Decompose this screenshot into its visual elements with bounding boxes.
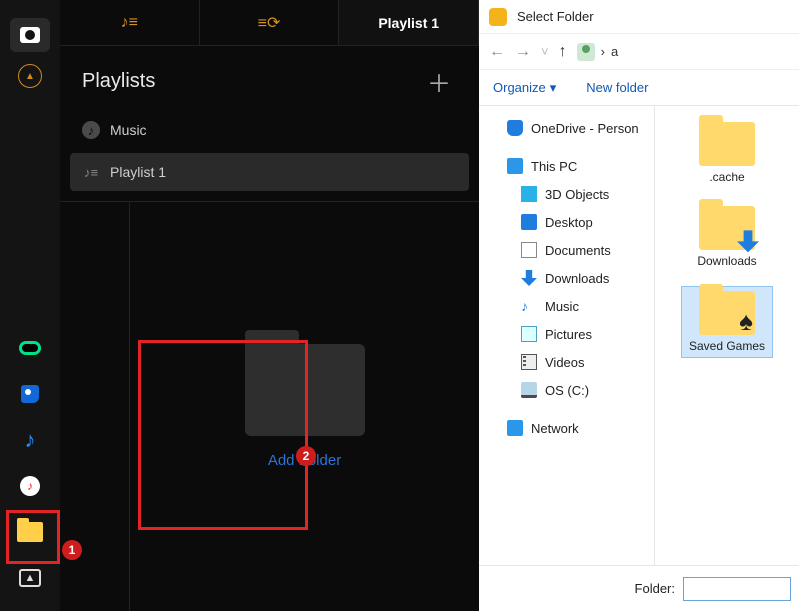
add-folder-button[interactable]: Add Folder [268,452,341,469]
tree-onedrive[interactable]: OneDrive - Person [489,114,652,142]
network-icon [507,420,523,436]
tab-queue[interactable]: ≡⟳ [200,0,340,45]
breadcrumb-sep: › [601,44,605,59]
playlist-item-label: Playlist 1 [110,164,166,180]
export-icon[interactable]: ▲ [14,562,46,594]
pictures-icon [521,326,537,342]
videos-icon [521,354,537,370]
drive-icon [521,382,537,398]
playlist-item-music[interactable]: ♪ Music [70,111,469,149]
playlist-small-icon: ♪≡ [82,163,100,181]
playlist-list: ♪ Music ♪≡ Playlist 1 [60,105,479,201]
tree-pictures[interactable]: Pictures [489,320,652,348]
tree-music[interactable]: ♪Music [489,292,652,320]
document-icon [521,242,537,258]
chevron-down-icon: ▾ [550,80,557,96]
folder-icon [699,122,755,166]
file-list: .cache Downloads Saved Games [655,106,799,565]
tab-tracks[interactable]: ♪≡ [60,0,200,45]
tree-network[interactable]: Network [489,414,652,442]
tree-this-pc[interactable]: This PC [489,152,652,180]
playlists-heading: Playlists [82,70,155,93]
download-icon [521,270,537,286]
playlist-icon: ♪≡ [121,14,138,32]
music-icon: ♪ [521,298,537,314]
dialog-title: Select Folder [517,9,594,24]
breadcrumb-text: a [611,44,618,59]
music-app-icon[interactable]: ♪ [14,470,46,502]
tree-3d-objects[interactable]: 3D Objects [489,180,652,208]
tree-desktop[interactable]: Desktop [489,208,652,236]
folder-games-icon [699,291,755,335]
top-tabs: ♪≡ ≡⟳ Playlist 1 [60,0,479,46]
folder-item-downloads[interactable]: Downloads [682,202,772,272]
tree-os-c[interactable]: OS (C:) [489,376,652,404]
add-playlist-button[interactable]: ＋ [421,64,457,99]
device-icon[interactable] [14,332,46,364]
tree-documents[interactable]: Documents [489,236,652,264]
tree-videos[interactable]: Videos [489,348,652,376]
nav-recent-icon[interactable]: ˅ [541,44,549,59]
cloud-icon [507,120,523,136]
organize-menu[interactable]: Organize▾ [493,80,556,96]
desktop-icon [521,214,537,230]
breadcrumb[interactable]: › a [577,43,619,61]
folder-tab-icon[interactable] [14,516,46,548]
app-blue-icon[interactable] [14,378,46,410]
collapse-toggle-icon[interactable]: ▲ [18,64,42,88]
cube-icon [521,186,537,202]
tab-playlist-1[interactable]: Playlist 1 [339,0,479,45]
folder-item-saved-games[interactable]: Saved Games [682,287,772,357]
playlist-item-playlist1[interactable]: ♪≡ Playlist 1 [70,153,469,191]
new-folder-button[interactable]: New folder [586,80,648,95]
tree-downloads[interactable]: Downloads [489,264,652,292]
dialog-app-icon [489,8,507,26]
folder-tree[interactable]: OneDrive - Person This PC 3D Objects Des… [479,106,655,565]
add-folder-icon[interactable] [245,344,365,436]
nav-back-icon: ← [489,43,505,61]
music-icon: ♪ [82,121,100,139]
folder-name-input[interactable] [683,577,791,601]
nav-up-icon[interactable]: ↑ [559,43,567,61]
select-folder-dialog: Select Folder ← → ˅ ↑ › a Organize▾ New … [479,0,799,611]
camera-icon[interactable] [10,18,50,52]
lower-left-spacer [60,202,130,611]
queue-icon: ≡⟳ [258,13,281,33]
playlist-item-label: Music [110,122,147,138]
folder-field-label: Folder: [635,581,675,596]
folder-item-cache[interactable]: .cache [682,118,772,188]
music-note-icon[interactable]: ♪ [14,424,46,456]
pc-icon [507,158,523,174]
folder-download-icon [699,206,755,250]
user-folder-icon [577,43,595,61]
nav-forward-icon: → [515,43,531,61]
